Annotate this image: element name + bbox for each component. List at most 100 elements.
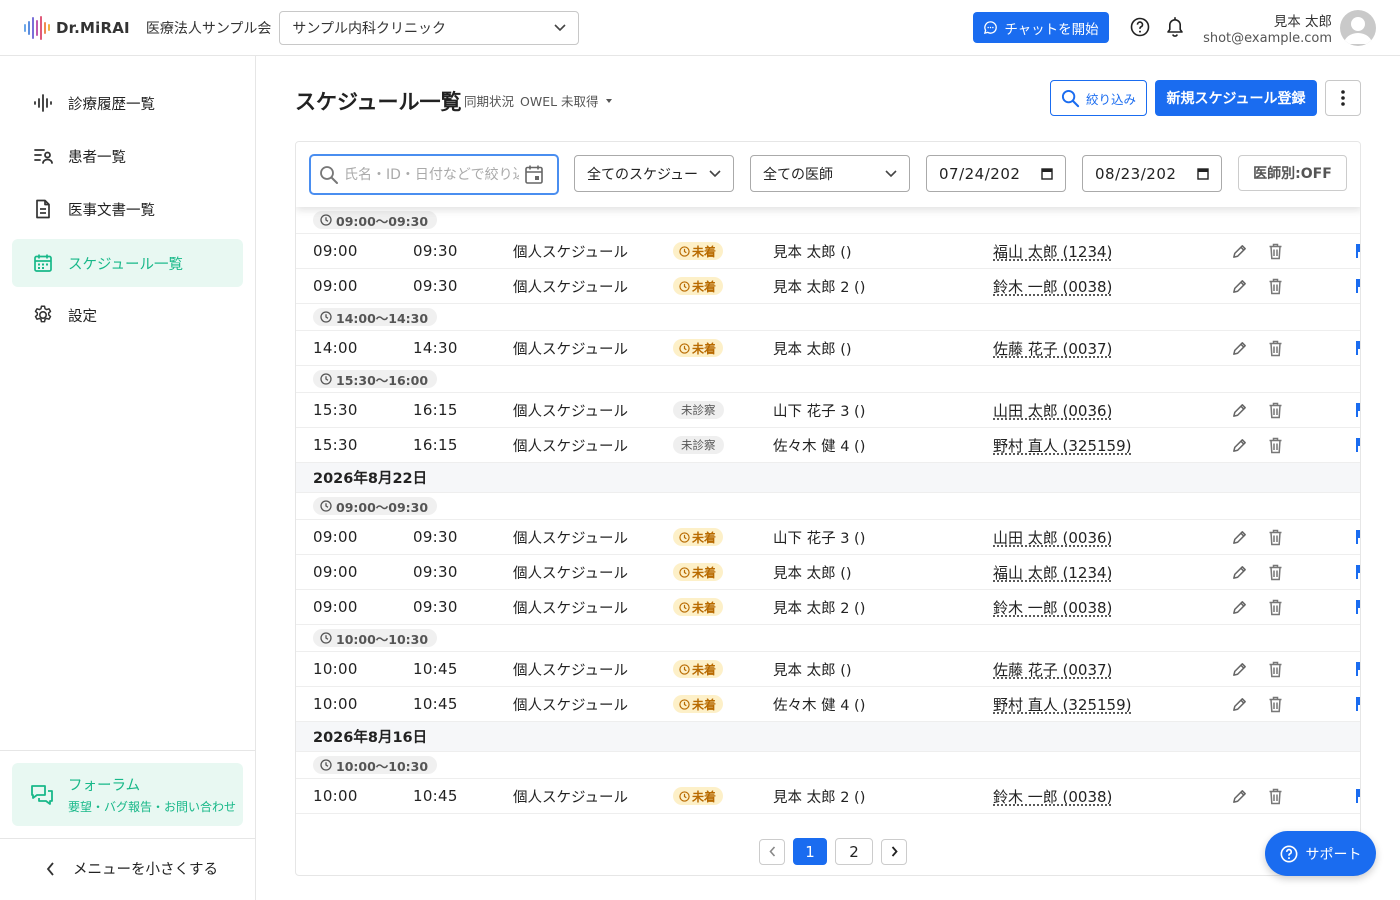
support-button[interactable]: サポート [1265, 831, 1376, 876]
edit-button[interactable] [1231, 555, 1248, 589]
date-to-input[interactable]: 08/23/202 [1082, 155, 1222, 192]
page-button-2[interactable]: 2 [835, 838, 873, 865]
delete-button[interactable] [1268, 269, 1283, 303]
delete-button[interactable] [1268, 779, 1283, 813]
flag-marker[interactable] [1356, 652, 1360, 686]
patient-link[interactable]: 佐藤 花子 (0037) [993, 652, 1112, 686]
delete-button[interactable] [1268, 428, 1283, 462]
doctor-view-toggle[interactable]: 医師別:OFF [1238, 155, 1347, 191]
flag-marker[interactable] [1356, 590, 1360, 624]
delete-button[interactable] [1268, 331, 1283, 365]
collapse-menu-button[interactable]: メニューを小さくする [46, 858, 218, 879]
status-cell: 未着 [673, 779, 724, 813]
status-badge: 未着 [673, 787, 724, 805]
edit-button[interactable] [1231, 269, 1248, 303]
avatar[interactable] [1340, 10, 1376, 46]
delete-button[interactable] [1268, 590, 1283, 624]
schedule-type-select[interactable]: 全てのスケジュー [574, 155, 734, 192]
more-menu-button[interactable] [1325, 80, 1361, 116]
patient-link[interactable]: 野村 直人 (325159) [993, 428, 1132, 462]
table-row[interactable]: 15:30 16:15 個人スケジュール 未診察 山下 花子 3 () 山田 太郎 (00… [296, 393, 1360, 428]
help-circle-icon [1280, 845, 1297, 862]
pencil-icon [1233, 438, 1246, 452]
clock-icon [679, 531, 690, 543]
delete-button[interactable] [1268, 234, 1283, 268]
help-icon[interactable] [1130, 17, 1150, 37]
flag-marker[interactable] [1356, 393, 1360, 427]
edit-button[interactable] [1231, 687, 1248, 721]
sidebar-item-documents[interactable]: 医事文書一覧 [12, 185, 243, 233]
patient-link[interactable]: 佐藤 花子 (0037) [993, 331, 1112, 365]
table-row[interactable]: 15:30 16:15 個人スケジュール 未診察 佐々木 健 4 () 野村 直人 (32… [296, 428, 1360, 463]
time-slot-row: 09:00〜09:30 [296, 493, 1360, 520]
clock-icon [679, 280, 690, 292]
prev-page-button[interactable] [759, 838, 785, 865]
table-row[interactable]: 09:00 09:30 個人スケジュール 未着 見本 太郎 () 福山 太郎 (1234) [296, 555, 1360, 590]
sidebar-item-label: 設定 [68, 308, 97, 325]
edit-button[interactable] [1231, 590, 1248, 624]
patient-link[interactable]: 山田 太郎 (0036) [993, 520, 1112, 554]
delete-button[interactable] [1268, 555, 1283, 589]
sidebar-item-settings[interactable]: 設定 [12, 291, 243, 339]
flag-marker[interactable] [1356, 520, 1360, 554]
delete-button[interactable] [1268, 652, 1283, 686]
patient-link[interactable]: 鈴木 一郎 (0038) [993, 590, 1112, 624]
doctor-select[interactable]: 全ての医師 [750, 155, 910, 192]
table-row[interactable]: 09:00 09:30 個人スケジュール 未着 見本 太郎 () 福山 太郎 (1234) [296, 234, 1360, 269]
flag-marker[interactable] [1356, 269, 1360, 303]
patient-link[interactable]: 野村 直人 (325159) [993, 687, 1132, 721]
clinic-select[interactable]: サンプル内科クリニック [279, 10, 580, 45]
start-chat-button[interactable]: チャットを開始 [973, 12, 1109, 43]
chevron-down-icon [709, 169, 721, 177]
edit-button[interactable] [1231, 779, 1248, 813]
page-button-1[interactable]: 1 [793, 838, 827, 865]
table-row[interactable]: 14:00 14:30 個人スケジュール 未着 見本 太郎 () 佐藤 花子 (0037) [296, 331, 1360, 366]
edit-button[interactable] [1231, 234, 1248, 268]
user-info[interactable]: 見本 太郎 shot@example.com [1203, 10, 1332, 46]
search-icon [320, 165, 338, 184]
filter-button[interactable]: 絞り込み [1050, 80, 1147, 116]
table-row[interactable]: 10:00 10:45 個人スケジュール 未着 見本 太郎 () 佐藤 花子 (0037) [296, 652, 1360, 687]
edit-button[interactable] [1231, 520, 1248, 554]
sidebar-item-medical-history[interactable]: 診療履歴一覧 [12, 79, 243, 127]
patient-name: 鈴木 一郎 (0038) [993, 277, 1113, 296]
flag-marker[interactable] [1356, 428, 1360, 462]
bell-icon[interactable] [1164, 15, 1186, 39]
patient-link[interactable]: 福山 太郎 (1234) [993, 234, 1112, 268]
edit-button[interactable] [1231, 393, 1248, 427]
edit-button[interactable] [1231, 331, 1248, 365]
sidebar-item-schedule[interactable]: スケジュール一覧 [12, 239, 243, 287]
table-row[interactable]: 10:00 10:45 個人スケジュール 未着 佐々木 健 4 () 野村 直人 (325… [296, 687, 1360, 722]
flag-marker[interactable] [1356, 331, 1360, 365]
table-row[interactable]: 09:00 09:30 個人スケジュール 未着 見本 太郎 2 () 鈴木 一郎 (003… [296, 269, 1360, 304]
sidebar-item-patients[interactable]: 患者一覧 [12, 132, 243, 180]
doctor-name: 佐々木 健 4 () [773, 697, 866, 714]
delete-button[interactable] [1268, 687, 1283, 721]
next-page-button[interactable] [881, 838, 907, 865]
sync-status[interactable]: 同期状況 OWEL 未取得 [464, 91, 613, 110]
time-slot-pill: 15:30〜16:00 [313, 370, 438, 388]
patient-link[interactable]: 鈴木 一郎 (0038) [993, 779, 1112, 813]
flag-marker[interactable] [1356, 234, 1360, 268]
patient-link[interactable]: 福山 太郎 (1234) [993, 555, 1112, 589]
calendar-icon[interactable] [524, 164, 544, 185]
edit-button[interactable] [1231, 652, 1248, 686]
table-row[interactable]: 10:00 10:45 個人スケジュール 未着 見本 太郎 2 () 鈴木 一郎 (003… [296, 779, 1360, 814]
logo[interactable]: Dr.MiRAI [24, 15, 130, 40]
delete-button[interactable] [1268, 393, 1283, 427]
forum-link[interactable]: フォーラム 要望・バグ報告・お問い合わせ [12, 763, 243, 826]
flag-marker[interactable] [1356, 779, 1360, 813]
flag-marker[interactable] [1356, 687, 1360, 721]
search-box[interactable] [309, 154, 559, 195]
table-row[interactable]: 09:00 09:30 個人スケジュール 未着 山下 花子 3 () 山田 太郎 (003… [296, 520, 1360, 555]
edit-button[interactable] [1231, 428, 1248, 462]
search-input[interactable] [344, 166, 519, 183]
table-row[interactable]: 09:00 09:30 個人スケジュール 未着 見本 太郎 2 () 鈴木 一郎 (003… [296, 590, 1360, 625]
patient-link[interactable]: 山田 太郎 (0036) [993, 393, 1112, 427]
status-badge-label: 未着 [692, 600, 717, 615]
patient-link[interactable]: 鈴木 一郎 (0038) [993, 269, 1112, 303]
flag-marker[interactable] [1356, 555, 1360, 589]
new-schedule-button[interactable]: 新規スケジュール登録 [1155, 80, 1317, 116]
delete-button[interactable] [1268, 520, 1283, 554]
date-from-input[interactable]: 07/24/202 [926, 155, 1066, 192]
